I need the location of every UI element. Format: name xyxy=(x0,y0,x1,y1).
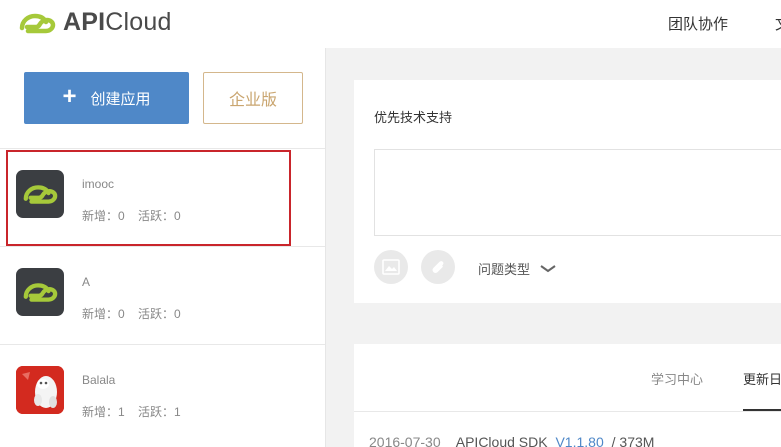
app-sidebar: + 创建应用 企业版 imooc 新增：0 活跃：0 A 新增：0 活跃：0 B… xyxy=(0,48,326,447)
app-item-imooc[interactable]: imooc 新增：0 活跃：0 xyxy=(0,148,325,246)
tab-learning-center[interactable]: 学习中心 xyxy=(651,369,703,388)
new-count: 新增：0 xyxy=(82,307,125,321)
create-app-label: 创建应用 xyxy=(90,90,151,108)
support-message-input[interactable] xyxy=(374,149,781,236)
app-name: A xyxy=(82,275,91,289)
apicloud-logo-icon xyxy=(16,170,64,218)
app-item-balala[interactable]: Balala 新增：1 活跃：1 xyxy=(0,344,325,442)
app-name: imooc xyxy=(82,177,115,191)
log-size: / 373M xyxy=(611,434,655,447)
app-stats: 新增：0 活跃：0 xyxy=(82,305,191,322)
brand-name: APICloud xyxy=(63,8,172,37)
upload-image-button[interactable] xyxy=(374,250,408,284)
apicloud-logo-icon xyxy=(19,13,56,33)
apicloud-logo-icon xyxy=(16,268,64,316)
active-count: 活跃：1 xyxy=(138,405,181,419)
image-icon xyxy=(382,259,400,275)
attach-file-button[interactable] xyxy=(421,250,455,284)
issue-type-dropdown[interactable]: 问题类型 xyxy=(478,259,556,278)
apicloud-mark xyxy=(23,185,58,204)
issue-type-label: 问题类型 xyxy=(478,262,531,277)
balala-figure-icon xyxy=(16,366,64,414)
app-list: imooc 新增：0 活跃：0 A 新增：0 活跃：0 Balala 新增：1 … xyxy=(0,148,325,442)
nav-team-collaboration[interactable]: 团队协作 xyxy=(668,13,728,34)
tab-update-log[interactable]: 更新日志 xyxy=(743,369,781,388)
enterprise-edition-button[interactable]: 企业版 xyxy=(203,72,303,124)
log-product: APICloud SDK xyxy=(455,434,548,447)
apicloud-mark xyxy=(23,283,58,302)
new-count: 新增：0 xyxy=(82,209,125,223)
panel-title: 优先技术支持 xyxy=(374,110,453,125)
log-version-link[interactable]: V1.1.80 xyxy=(555,434,603,447)
top-header: APICloud 团队协作 文 xyxy=(0,0,781,48)
active-count: 活跃：0 xyxy=(138,307,181,321)
chevron-down-icon xyxy=(540,264,556,272)
create-app-button[interactable]: + 创建应用 xyxy=(24,72,189,124)
active-count: 活跃：0 xyxy=(138,209,181,223)
plus-icon: + xyxy=(62,82,77,110)
app-stats: 新增：1 活跃：1 xyxy=(82,403,191,420)
update-log-row[interactable]: 2016-07-30 APICloud SDK V1.1.80 / 373M xyxy=(369,434,654,447)
nav-item-truncated[interactable]: 文 xyxy=(775,13,781,34)
divider xyxy=(354,411,781,412)
brand-cloud: Cloud xyxy=(105,8,172,36)
updates-panel: 学习中心 更新日志 2016-07-30 APICloud SDK V1.1.8… xyxy=(354,344,781,447)
paperclip-icon xyxy=(432,261,444,273)
app-name: Balala xyxy=(82,373,116,387)
new-count: 新增：1 xyxy=(82,405,125,419)
brand-api: API xyxy=(63,8,106,36)
app-stats: 新增：0 活跃：0 xyxy=(82,207,191,224)
log-date: 2016-07-30 xyxy=(369,434,441,447)
app-item-a[interactable]: A 新增：0 活跃：0 xyxy=(0,246,325,344)
priority-support-panel: 优先技术支持 问题类型 xyxy=(354,80,781,303)
apicloud-logo[interactable]: APICloud xyxy=(18,8,172,37)
balala-app-icon xyxy=(16,366,64,414)
